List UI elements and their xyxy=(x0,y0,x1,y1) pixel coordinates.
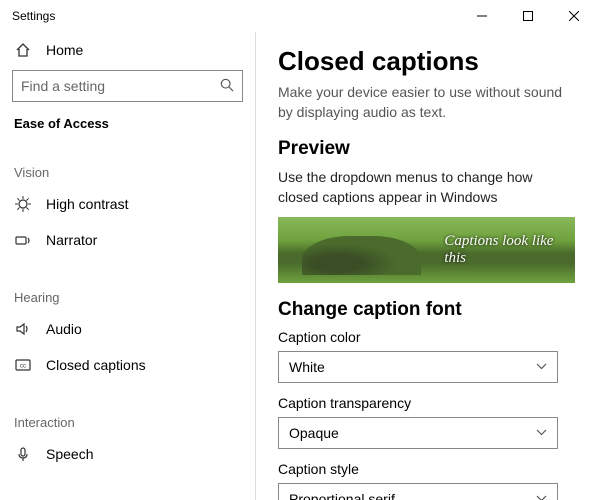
select-value: Opaque xyxy=(289,425,339,441)
section-interaction: Interaction xyxy=(10,405,245,436)
home-label: Home xyxy=(46,42,83,58)
nav-label: High contrast xyxy=(46,196,128,212)
preview-description: Use the dropdown menus to change how clo… xyxy=(278,168,575,207)
caption-transparency-select[interactable]: Opaque xyxy=(278,417,558,449)
audio-icon xyxy=(14,321,32,337)
window-controls xyxy=(459,0,597,32)
preview-heading: Preview xyxy=(278,138,575,160)
search-field[interactable] xyxy=(21,78,220,94)
scroll-indicator[interactable] xyxy=(255,252,256,312)
titlebar: Settings xyxy=(0,0,597,32)
chevron-down-icon xyxy=(536,361,547,373)
sidebar: Home Ease of Access Vision High contrast xyxy=(0,32,255,500)
select-value: Proportional serif xyxy=(289,491,395,500)
caption-transparency-label: Caption transparency xyxy=(278,395,575,411)
content-pane: Closed captions Make your device easier … xyxy=(255,32,597,500)
search-input[interactable] xyxy=(12,70,243,102)
minimize-button[interactable] xyxy=(459,0,505,32)
caption-preview-text: Captions look like this xyxy=(444,233,575,267)
narrator-icon xyxy=(14,232,32,248)
select-value: White xyxy=(289,359,325,375)
home-nav[interactable]: Home xyxy=(10,32,245,70)
window-title: Settings xyxy=(12,9,459,23)
closed-captions-icon: cc xyxy=(14,357,32,373)
caption-color-select[interactable]: White xyxy=(278,351,558,383)
change-font-heading: Change caption font xyxy=(278,299,575,321)
nav-label: Closed captions xyxy=(46,357,146,373)
search-icon xyxy=(220,78,234,95)
nav-label: Narrator xyxy=(46,232,97,248)
nav-closed-captions[interactable]: cc Closed captions xyxy=(10,347,245,383)
nav-high-contrast[interactable]: High contrast xyxy=(10,186,245,222)
chevron-down-icon xyxy=(536,493,547,500)
nav-audio[interactable]: Audio xyxy=(10,311,245,347)
home-icon xyxy=(14,42,32,58)
section-hearing: Hearing xyxy=(10,280,245,311)
chevron-down-icon xyxy=(536,427,547,439)
nav-label: Speech xyxy=(46,446,93,462)
contrast-icon xyxy=(14,196,32,212)
page-title: Closed captions xyxy=(278,46,575,77)
nav-label: Audio xyxy=(46,321,82,337)
nav-narrator[interactable]: Narrator xyxy=(10,222,245,258)
maximize-button[interactable] xyxy=(505,0,551,32)
section-vision: Vision xyxy=(10,155,245,186)
svg-text:cc: cc xyxy=(20,364,26,370)
caption-style-select[interactable]: Proportional serif xyxy=(278,483,558,500)
close-button[interactable] xyxy=(551,0,597,32)
category-title: Ease of Access xyxy=(10,112,245,133)
caption-color-label: Caption color xyxy=(278,329,575,345)
nav-speech[interactable]: Speech xyxy=(10,436,245,472)
speech-icon xyxy=(14,446,32,462)
caption-style-label: Caption style xyxy=(278,461,575,477)
caption-preview-image: Captions look like this xyxy=(278,217,575,283)
page-subtitle: Make your device easier to use without s… xyxy=(278,83,575,122)
